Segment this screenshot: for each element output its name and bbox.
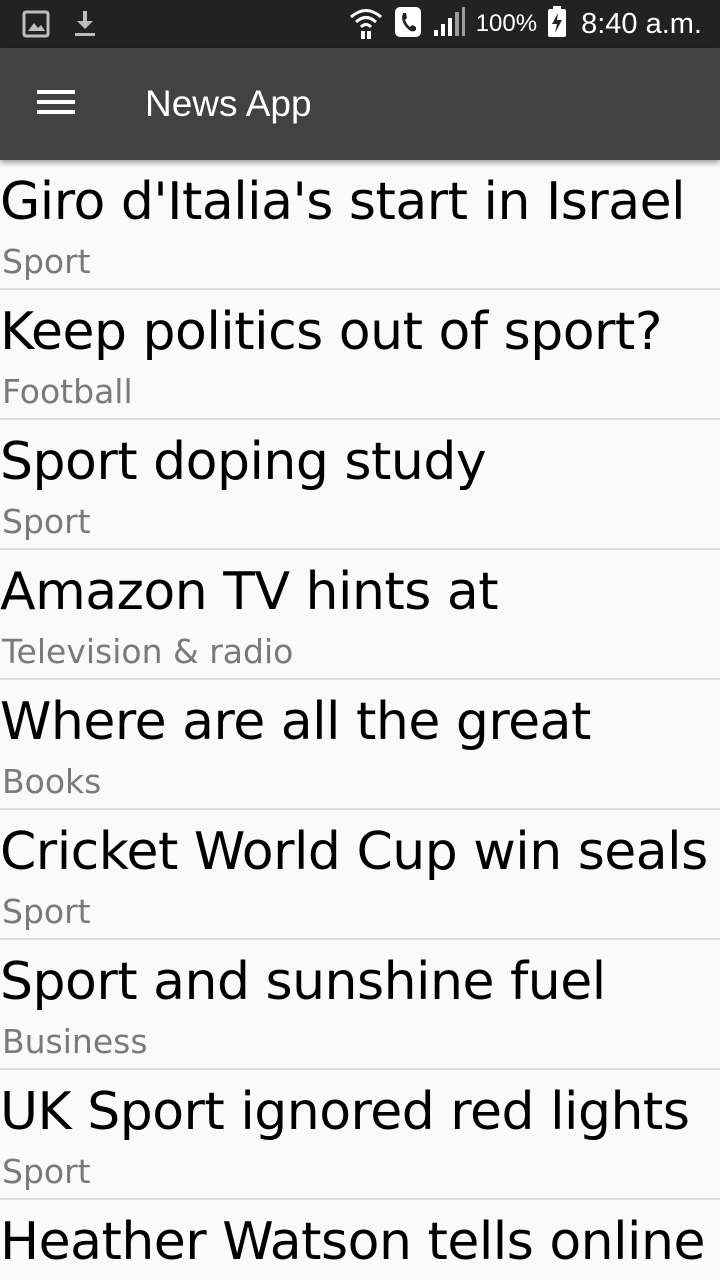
news-list[interactable]: Giro d'Italia's start in Israel Sport Ke… [0, 160, 720, 1280]
news-item[interactable]: Giro d'Italia's start in Israel Sport [0, 160, 720, 290]
news-item[interactable]: Keep politics out of sport? Football [0, 290, 720, 420]
news-title: Sport doping study [0, 432, 487, 492]
app-title: News App [145, 83, 312, 124]
news-section: Television & radio [2, 632, 294, 671]
wifi-icon [348, 4, 384, 44]
news-title: Heather Watson tells online [0, 1212, 705, 1272]
news-title: UK Sport ignored red lights [0, 1082, 690, 1142]
news-item[interactable]: Where are all the great Books [0, 680, 720, 810]
news-title: Cricket World Cup win seals [0, 822, 708, 882]
news-item[interactable]: UK Sport ignored red lights Sport [0, 1070, 720, 1200]
download-icon [72, 10, 98, 42]
battery-percent: 100% [475, 10, 538, 37]
news-item[interactable]: Sport doping study Sport [0, 420, 720, 550]
news-item[interactable]: Cricket World Cup win seals Sport [0, 810, 720, 940]
news-item[interactable]: Sport and sunshine fuel Business [0, 940, 720, 1070]
news-item[interactable]: Amazon TV hints at Television & radio [0, 550, 720, 680]
news-section: Sport [2, 892, 91, 931]
status-bar: 100% 8:40 a.m. [0, 0, 720, 48]
news-section: Sport [2, 1152, 91, 1191]
news-title: Where are all the great [0, 692, 591, 752]
notification-icons [22, 10, 98, 42]
news-title: Sport and sunshine fuel [0, 952, 606, 1012]
battery-charging-icon [547, 6, 567, 42]
news-title: Amazon TV hints at [0, 562, 499, 622]
news-section: Books [2, 762, 102, 801]
news-section: Sport [2, 502, 91, 541]
news-section: Sport [2, 242, 91, 281]
app-toolbar: News App [0, 48, 720, 160]
news-section: Football [2, 372, 133, 411]
signal-icon [432, 6, 466, 42]
menu-icon [37, 88, 75, 120]
news-item[interactable]: Heather Watson tells online [0, 1200, 720, 1280]
news-title: Keep politics out of sport? [0, 302, 662, 362]
news-title: Giro d'Italia's start in Israel [0, 172, 686, 232]
clock: 8:40 a.m. [581, 7, 702, 40]
menu-button[interactable] [20, 78, 92, 130]
call-icon [394, 6, 422, 42]
gallery-icon [22, 10, 50, 42]
system-status: 100% 8:40 a.m. [348, 0, 702, 48]
news-section: Business [2, 1022, 148, 1061]
